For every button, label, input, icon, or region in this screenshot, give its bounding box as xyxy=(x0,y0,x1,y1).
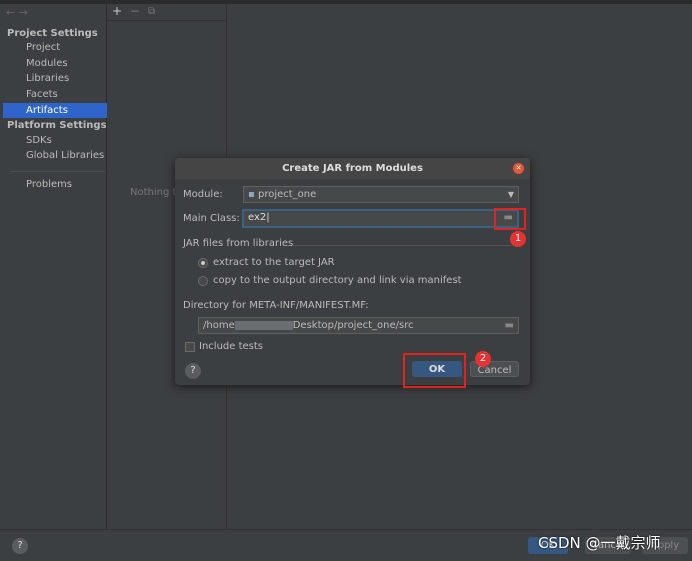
module-value: project_one xyxy=(257,189,317,200)
module-select[interactable]: ▪ project_one ▼ xyxy=(243,186,519,203)
sidebar-item-sdks[interactable]: SDKs xyxy=(26,135,52,146)
forward-icon[interactable]: → xyxy=(19,6,28,19)
sidebar-item-modules[interactable]: Modules xyxy=(26,58,68,69)
toolbar-divider xyxy=(108,20,227,21)
copy-icon[interactable]: ⧉ xyxy=(148,6,155,17)
extract-label[interactable]: extract to the target JAR xyxy=(213,257,335,268)
group-divider xyxy=(293,245,521,246)
sidebar-item-artifacts[interactable]: Artifacts xyxy=(26,105,68,116)
browse-folder-icon[interactable]: ▬ xyxy=(505,318,514,333)
nav-buttons: ← → xyxy=(6,6,28,19)
dialog-help-button[interactable]: ? xyxy=(185,363,201,379)
help-button[interactable]: ? xyxy=(12,538,28,554)
sidebar-item-project[interactable]: Project xyxy=(26,42,60,53)
copy-radio[interactable] xyxy=(198,276,208,286)
main-class-label: Main Class: xyxy=(183,213,240,224)
annotation-badge-2: 2 xyxy=(475,351,491,367)
copy-label[interactable]: copy to the output directory and link vi… xyxy=(213,275,462,286)
include-tests-label[interactable]: Include tests xyxy=(199,341,263,352)
sidebar-item-global-libraries[interactable]: Global Libraries xyxy=(26,150,104,161)
folder-icon: ▪ xyxy=(248,189,255,200)
extract-radio[interactable] xyxy=(198,258,208,268)
dir-suffix: Desktop/project_one/src xyxy=(292,320,414,331)
create-jar-dialog: Create JAR from Modules ✕ Module: ▪ proj… xyxy=(175,158,530,385)
chevron-down-icon: ▼ xyxy=(507,190,514,199)
annotation-badge-1: 1 xyxy=(510,231,526,247)
manifest-dir-input[interactable]: /home Desktop/project_one/src ▬ xyxy=(198,317,519,334)
sidebar-item-libraries[interactable]: Libraries xyxy=(26,73,69,84)
manifest-dir-label: Directory for META-INF/MANIFEST.MF: xyxy=(183,300,369,311)
annotation-box-2 xyxy=(403,353,466,388)
remove-icon[interactable]: − xyxy=(130,4,140,18)
platform-settings-heading: Platform Settings xyxy=(7,120,107,131)
project-settings-heading: Project Settings xyxy=(7,28,98,39)
include-tests-checkbox[interactable] xyxy=(185,342,195,352)
add-icon[interactable]: + xyxy=(112,4,122,18)
dialog-title: Create JAR from Modules xyxy=(175,158,530,179)
sidebar-item-facets[interactable]: Facets xyxy=(26,89,58,100)
jar-files-group-label: JAR files from libraries xyxy=(183,238,294,249)
sidebar-item-problems[interactable]: Problems xyxy=(26,179,72,190)
blurred-text xyxy=(234,320,293,330)
back-icon[interactable]: ← xyxy=(6,6,15,19)
module-label: Module: xyxy=(183,189,223,200)
watermark: CSDN @一戴宗师 xyxy=(538,534,661,552)
main-class-value: ex2 xyxy=(248,212,267,223)
radio-dot xyxy=(201,261,205,265)
annotation-box-1 xyxy=(494,208,526,230)
divider xyxy=(10,171,105,172)
main-class-input[interactable]: ex2| ▬ xyxy=(242,209,519,228)
dir-prefix: /home xyxy=(203,320,235,331)
close-icon[interactable]: ✕ xyxy=(513,163,524,174)
